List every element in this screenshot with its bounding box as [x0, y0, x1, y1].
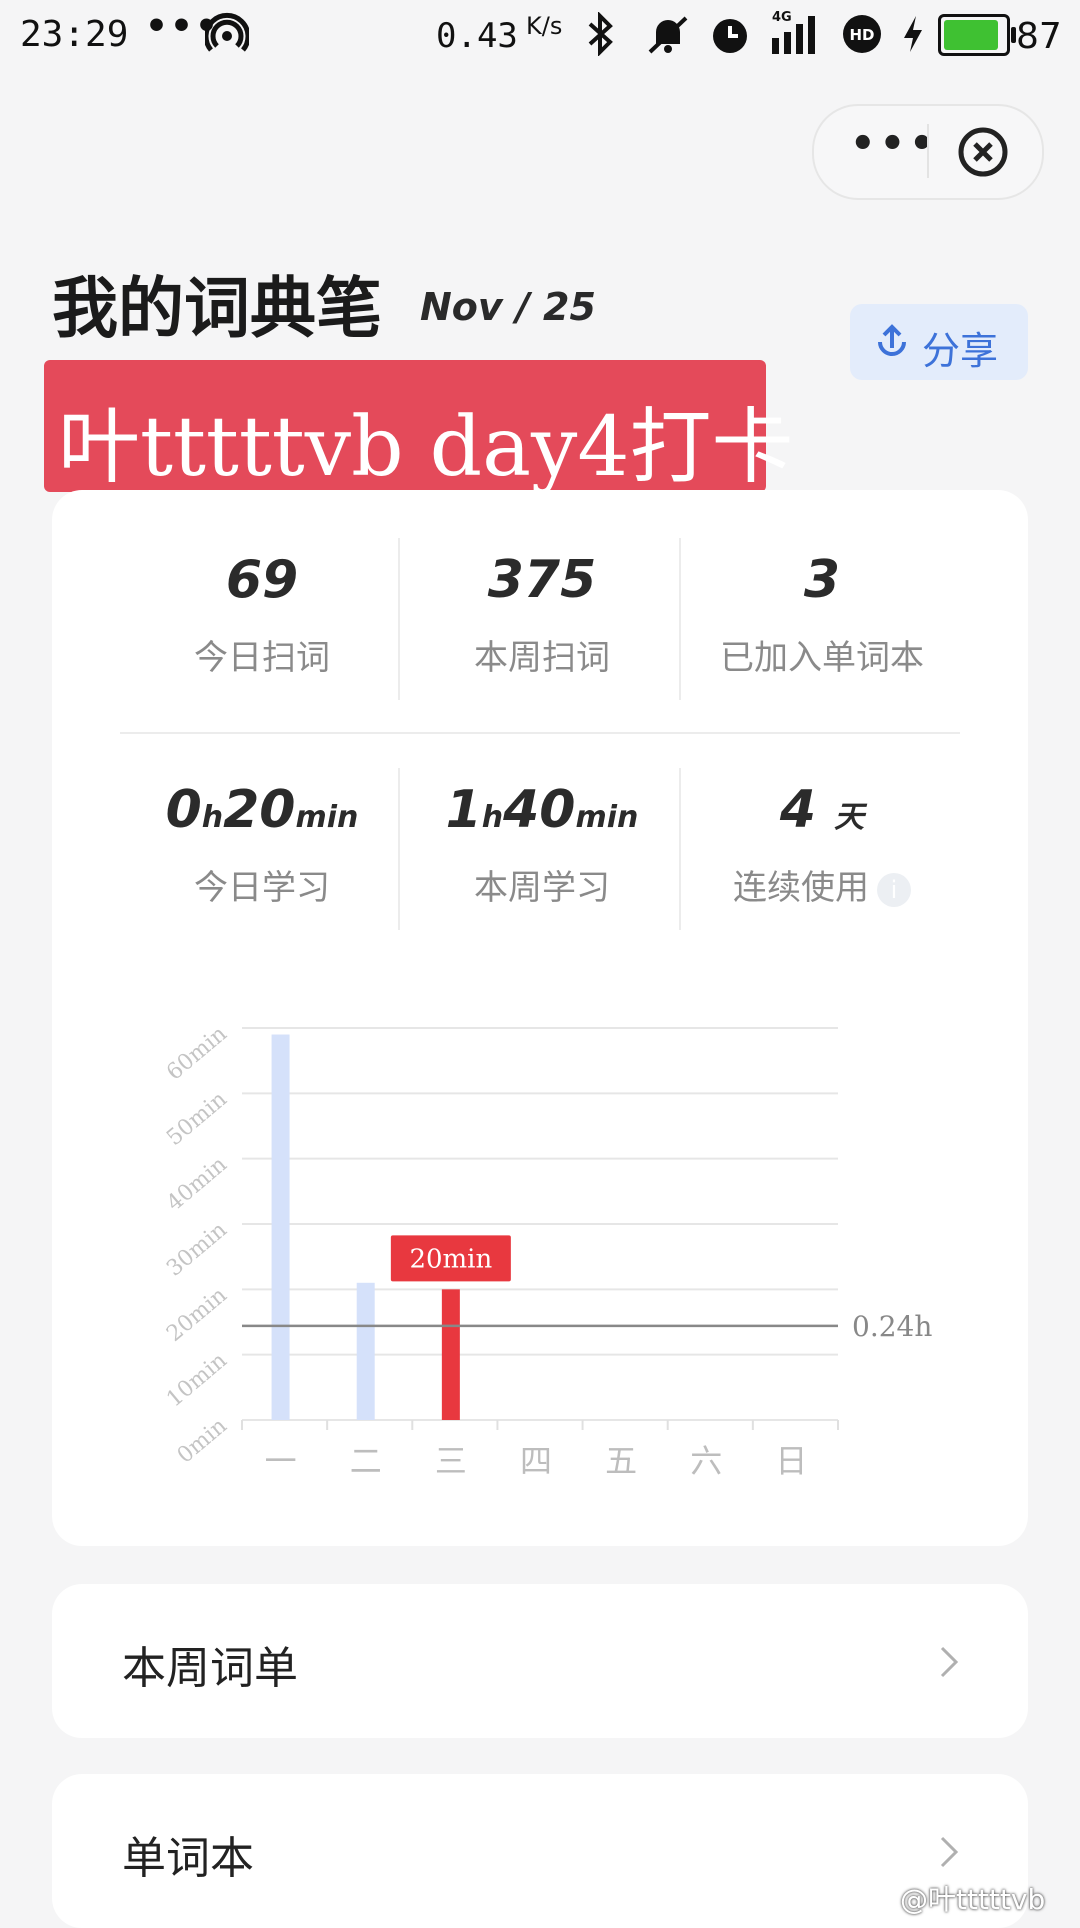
highlight-tooltip-label: 20min [409, 1244, 492, 1274]
y-tick-label: 40min [162, 1152, 232, 1216]
signal-icon: 4G [770, 10, 822, 56]
bar [271, 1034, 290, 1420]
x-tick-label: 三 [435, 1442, 467, 1480]
stats-row-time: 0h20min 今日学习 1h40min 本周学习 4 天 连续使用 i [52, 768, 1028, 950]
page-date: Nov / 25 [420, 285, 596, 329]
stat-value: 375 [487, 550, 597, 610]
chevron-right-icon [940, 1836, 959, 1868]
hd-icon: HD [843, 15, 881, 53]
y-tick-label: 30min [162, 1217, 232, 1281]
stat-streak: 4 天 连续使用 i [682, 780, 962, 909]
stat-value: 4 天 [779, 780, 865, 840]
x-tick-label: 二 [350, 1442, 382, 1480]
bluetooth-icon [588, 12, 613, 56]
stat-value: 0h20min [165, 780, 359, 840]
banner-text: 叶tttttvb day4打卡 [58, 400, 794, 495]
x-tick-label: 一 [265, 1442, 297, 1480]
list-item-label: 本周词单 [122, 1643, 298, 1694]
hotspot-icon [205, 12, 249, 52]
stat-divider [679, 538, 681, 700]
x-tick-label: 五 [605, 1442, 637, 1480]
stat-divider [679, 768, 681, 930]
battery-icon [938, 14, 1016, 56]
svg-text:HD: HD [849, 26, 874, 44]
average-line-label: 0.24h [852, 1310, 932, 1343]
charging-icon [904, 16, 922, 52]
list-item-weekly-words[interactable]: 本周词单 [52, 1584, 1028, 1738]
capsule-divider [927, 124, 929, 178]
stat-label: 本周扫词 [474, 638, 610, 678]
alarm-icon [713, 19, 747, 53]
stat-week-scans: 375 本周扫词 [402, 550, 682, 679]
bar [356, 1282, 375, 1420]
stat-value: 1h40min [445, 780, 639, 840]
stat-divider [398, 538, 400, 700]
mute-icon [648, 16, 688, 54]
y-tick-label: 60min [162, 1021, 232, 1085]
status-net-speed-unit: K/s [526, 12, 563, 40]
bar [441, 1289, 460, 1420]
y-tick-label: 10min [162, 1348, 232, 1412]
x-tick-label: 日 [775, 1442, 807, 1480]
battery-percent: 87 [1016, 16, 1062, 57]
share-label: 分享 [922, 329, 999, 373]
stat-divider [398, 768, 400, 930]
stat-week-study: 1h40min 本周学习 [402, 780, 682, 909]
x-tick-label: 四 [520, 1442, 552, 1480]
stats-divider [120, 732, 960, 734]
y-tick-label: 50min [162, 1087, 232, 1151]
chevron-right-icon [940, 1646, 959, 1678]
network-type: 4G [772, 10, 792, 25]
stat-label: 今日扫词 [194, 638, 330, 678]
page-title: 我的词典笔 [52, 269, 382, 347]
close-icon[interactable] [957, 126, 1009, 178]
y-tick-label: 20min [162, 1283, 232, 1347]
y-tick-label: 0min [173, 1413, 232, 1468]
chart-svg: 0min10min20min30min40min50min60min一二三四五六… [162, 1021, 932, 1480]
stat-label: 今日学习 [194, 868, 330, 908]
list-item-wordbook[interactable]: 单词本 [52, 1774, 1028, 1928]
stat-label: 本周学习 [474, 868, 610, 908]
stats-row-words: 69 今日扫词 375 本周扫词 3 已加入单词本 [52, 538, 1028, 720]
miniprogram-capsule: ••• [812, 104, 1044, 200]
stat-label: 已加入单词本 [720, 638, 924, 678]
stats-card: 69 今日扫词 375 本周扫词 3 已加入单词本 0h20min 今日学习 1… [52, 490, 1028, 1546]
upload-icon [878, 324, 906, 356]
stat-value: 3 [803, 550, 841, 610]
stat-label: 连续使用 i [682, 860, 962, 909]
watermark: @叶tttttvb [900, 1883, 1046, 1916]
info-icon[interactable]: i [877, 872, 911, 907]
status-bar: 23:29 ••• 0.43 K/s 4G HD 87 [0, 0, 1080, 70]
x-tick-label: 六 [690, 1442, 722, 1480]
more-button[interactable]: ••• [850, 124, 935, 174]
stat-today-scans: 69 今日扫词 [122, 550, 402, 679]
stat-today-study: 0h20min 今日学习 [122, 780, 402, 909]
stat-wordbook-added: 3 已加入单词本 [682, 550, 962, 679]
list-item-label: 单词本 [122, 1833, 254, 1884]
status-net-speed: 0.43 [436, 16, 518, 56]
status-time: 23:29 [20, 14, 129, 55]
checkin-banner: 叶tttttvb day4打卡 [44, 360, 794, 495]
share-button[interactable]: 分享 [850, 304, 1028, 380]
weekly-study-chart: 0min 10min 20min 30min 40min 50min 60min 一二三四五六… [52, 1010, 1028, 1480]
stat-value: 69 [225, 550, 299, 610]
